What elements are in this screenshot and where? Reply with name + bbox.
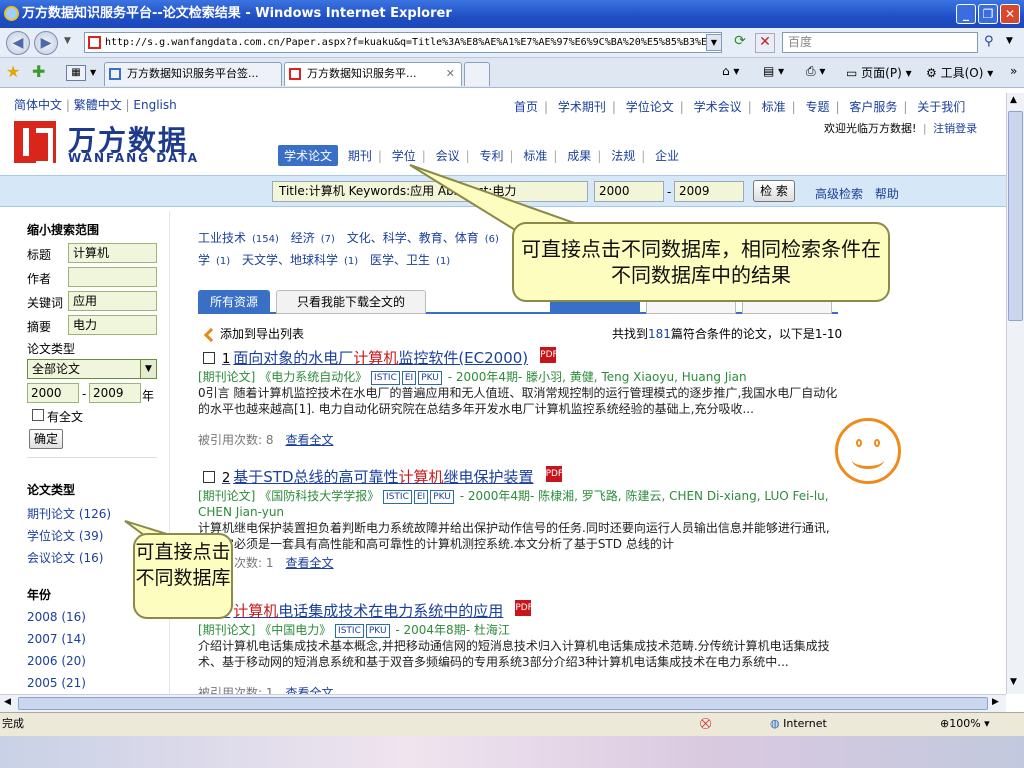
add-favorites-icon[interactable]: ✚	[32, 62, 45, 81]
url-dropdown-icon[interactable]: ▼	[706, 34, 722, 51]
new-tab-button[interactable]	[464, 62, 490, 86]
web-page: 简体中文 | 繁體中文 | English 首页 | 学术期刊 | 学位论文 | 学术…	[0, 93, 1006, 694]
window-titlebar: 万方数据知识服务平台--论文检索结果 - Windows Internet Ex…	[0, 0, 1024, 28]
tab-favicon-icon	[289, 68, 301, 80]
window-title: 万方数据知识服务平台--论文检索结果 - Windows Internet Ex…	[22, 6, 452, 21]
refresh-icon[interactable]: ⟳	[729, 33, 751, 53]
globe-icon: ◍	[770, 717, 780, 730]
smiley-eye	[856, 439, 862, 447]
back-icon[interactable]: ◀	[6, 31, 30, 55]
smiley-eye	[874, 439, 880, 447]
zoom-icon: ⊕	[940, 717, 950, 730]
page-favicon-icon	[88, 36, 101, 49]
scroll-down-icon[interactable]: ▼	[1010, 677, 1017, 687]
favorites-star-icon[interactable]: ★	[6, 62, 20, 81]
tools-menu[interactable]: ⚙ 工具(O) ▾	[926, 64, 993, 81]
history-dropdown-icon[interactable]: ▼	[64, 36, 71, 46]
smiley-mouth	[852, 451, 884, 469]
stop-icon[interactable]: ✕	[755, 33, 775, 53]
tab-search-results[interactable]: 万方数据知识服务平... ✕	[284, 62, 462, 86]
minimize-button[interactable]: _	[956, 4, 976, 24]
vertical-scrollbar[interactable]: ▲ ▼	[1006, 93, 1024, 694]
url-text: http://s.g.wanfangdata.com.cn/Paper.aspx…	[105, 37, 708, 48]
search-icon[interactable]: ⚲	[984, 34, 994, 49]
feeds-icon[interactable]: ▤ ▾	[763, 64, 784, 78]
scroll-right-icon[interactable]: ▶	[992, 697, 999, 707]
ie-logo-icon	[4, 6, 19, 21]
close-window-button[interactable]: ✕	[1000, 4, 1020, 24]
status-bar: 完成 ⛒ ◍ Internet ⊕100% ▾	[0, 712, 1024, 736]
search-options-icon[interactable]: ▼	[1006, 36, 1013, 46]
print-icon[interactable]: ⎙ ▾	[806, 64, 825, 79]
status-text: 完成	[2, 717, 24, 730]
more-icon[interactable]: »	[1010, 64, 1017, 78]
vertical-scroll-thumb[interactable]	[1008, 111, 1023, 321]
address-bar: ◀ ▶ ▼ http://s.g.wanfangdata.com.cn/Pape…	[0, 28, 1024, 58]
tab-bar: ★ ✚ ▦ ▼ 万方数据知识服务平台签... 万方数据知识服务平... ✕ ⌂ …	[0, 58, 1024, 88]
horizontal-scroll-thumb[interactable]	[18, 697, 988, 710]
restore-button[interactable]: ❐	[978, 4, 998, 24]
tab-favicon-icon	[109, 68, 121, 80]
quick-tabs-icon[interactable]: ▦	[66, 65, 86, 81]
search-input[interactable]: 百度	[782, 32, 978, 53]
url-input[interactable]: http://s.g.wanfangdata.com.cn/Paper.aspx…	[84, 32, 722, 53]
horizontal-scrollbar[interactable]: ◀ ▶	[0, 694, 1006, 712]
zone-indicator[interactable]: ◍ Internet	[770, 713, 827, 735]
tab-list-icon[interactable]: ▼	[90, 68, 96, 77]
zoom-control[interactable]: ⊕100% ▾	[940, 713, 990, 735]
smiley-face-icon	[835, 418, 901, 484]
page-menu[interactable]: ▭ 页面(P) ▾	[846, 64, 912, 81]
callout-side: 可直接点击不同数据库	[133, 533, 233, 619]
desktop-background	[0, 736, 1024, 768]
close-tab-icon[interactable]: ✕	[446, 63, 455, 85]
tab-signin[interactable]: 万方数据知识服务平台签...	[104, 62, 282, 86]
home-icon[interactable]: ⌂ ▾	[722, 64, 739, 78]
scroll-up-icon[interactable]: ▲	[1010, 95, 1017, 105]
security-icon[interactable]: ⛒	[700, 713, 711, 735]
callout-top: 可直接点击不同数据库，相同检索条件在不同数据库中的结果	[512, 222, 890, 302]
forward-icon[interactable]: ▶	[34, 31, 58, 55]
scroll-left-icon[interactable]: ◀	[4, 697, 11, 707]
